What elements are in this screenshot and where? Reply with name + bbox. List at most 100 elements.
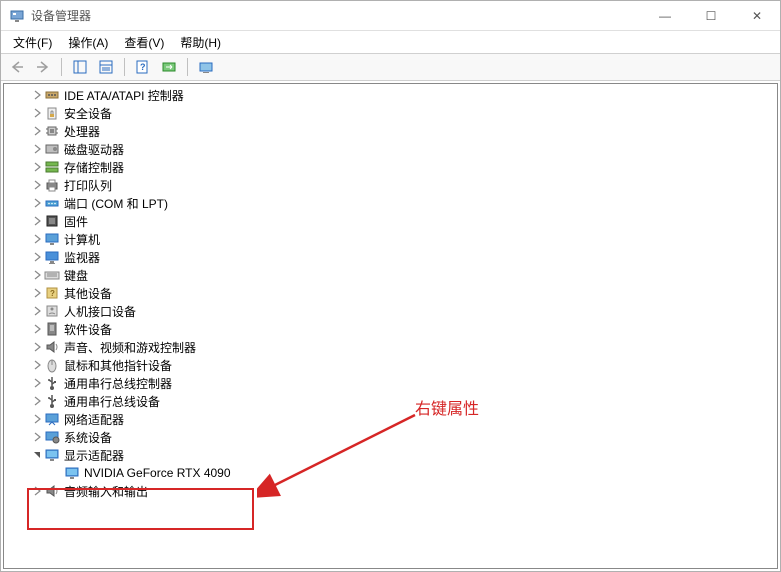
tree-item-label: 鼠标和其他指针设备 — [64, 357, 172, 374]
tree-item-label: 处理器 — [64, 123, 100, 140]
tree-item[interactable]: 监视器 — [4, 248, 777, 266]
tree-item[interactable]: 网络适配器 — [4, 410, 777, 428]
display-icon — [44, 447, 60, 463]
ide-icon — [44, 87, 60, 103]
device-tree[interactable]: IDE ATA/ATAPI 控制器安全设备处理器磁盘驱动器存储控制器打印队列端口… — [3, 83, 778, 569]
tree-item[interactable]: 音频输入和输出 — [4, 482, 777, 500]
storage-icon — [44, 159, 60, 175]
tree-item[interactable]: 安全设备 — [4, 104, 777, 122]
tree-item-label: NVIDIA GeForce RTX 4090 — [84, 466, 231, 480]
tree-item[interactable]: IDE ATA/ATAPI 控制器 — [4, 86, 777, 104]
hid-icon — [44, 303, 60, 319]
audio-icon — [44, 483, 60, 499]
svg-text:?: ? — [140, 62, 146, 72]
tree-item-label: 磁盘驱动器 — [64, 141, 124, 158]
properties-button[interactable] — [94, 55, 118, 79]
maximize-button[interactable]: ☐ — [688, 1, 734, 31]
tree-item-label: 固件 — [64, 213, 88, 230]
security-icon — [44, 105, 60, 121]
expand-arrow[interactable] — [30, 160, 44, 174]
close-button[interactable]: ✕ — [734, 1, 780, 31]
expand-arrow[interactable] — [30, 358, 44, 372]
expand-arrow[interactable] — [30, 124, 44, 138]
tree-item[interactable]: 计算机 — [4, 230, 777, 248]
tree-item[interactable]: 鼠标和其他指针设备 — [4, 356, 777, 374]
tree-item[interactable]: 键盘 — [4, 266, 777, 284]
tree-item[interactable]: NVIDIA GeForce RTX 4090 — [4, 464, 777, 482]
disk-icon — [44, 141, 60, 157]
expand-arrow[interactable] — [30, 304, 44, 318]
tree-item-label: 监视器 — [64, 249, 100, 266]
add-hardware-button[interactable] — [194, 55, 218, 79]
tree-item-label: 计算机 — [64, 231, 100, 248]
expand-arrow[interactable] — [30, 268, 44, 282]
tree-item[interactable]: 端口 (COM 和 LPT) — [4, 194, 777, 212]
expand-arrow[interactable] — [30, 412, 44, 426]
svg-text:?: ? — [50, 289, 55, 298]
menu-bar: 文件(F) 操作(A) 查看(V) 帮助(H) — [1, 31, 780, 53]
tree-item[interactable]: 声音、视频和游戏控制器 — [4, 338, 777, 356]
expand-arrow[interactable] — [30, 430, 44, 444]
forward-button[interactable] — [31, 55, 55, 79]
printer-icon — [44, 177, 60, 193]
back-button[interactable] — [5, 55, 29, 79]
mouse-icon — [44, 357, 60, 373]
tree-item[interactable]: 显示适配器 — [4, 446, 777, 464]
expand-arrow[interactable] — [30, 286, 44, 300]
expand-arrow[interactable] — [30, 484, 44, 498]
expand-arrow[interactable] — [30, 178, 44, 192]
tree-item-label: 音频输入和输出 — [64, 483, 148, 500]
expand-arrow[interactable] — [30, 376, 44, 390]
tree-item[interactable]: 处理器 — [4, 122, 777, 140]
audio-icon — [44, 339, 60, 355]
tree-item[interactable]: ?其他设备 — [4, 284, 777, 302]
tree-item[interactable]: 固件 — [4, 212, 777, 230]
tree-item-label: 端口 (COM 和 LPT) — [64, 195, 168, 212]
tree-item[interactable]: 磁盘驱动器 — [4, 140, 777, 158]
menu-help[interactable]: 帮助(H) — [172, 32, 229, 53]
menu-action[interactable]: 操作(A) — [60, 32, 116, 53]
expand-arrow[interactable] — [30, 250, 44, 264]
expand-arrow[interactable] — [30, 322, 44, 336]
tree-item[interactable]: 通用串行总线设备 — [4, 392, 777, 410]
tree-item-label: 打印队列 — [64, 177, 112, 194]
cpu-icon — [44, 123, 60, 139]
expand-arrow[interactable] — [30, 106, 44, 120]
collapse-arrow[interactable] — [30, 448, 44, 462]
menu-view[interactable]: 查看(V) — [116, 32, 172, 53]
system-icon — [44, 429, 60, 445]
tree-item[interactable]: 软件设备 — [4, 320, 777, 338]
tree-item-label: 系统设备 — [64, 429, 112, 446]
expand-arrow[interactable] — [30, 394, 44, 408]
help-button[interactable]: ? — [131, 55, 155, 79]
scan-button[interactable] — [157, 55, 181, 79]
title-bar: 设备管理器 — ☐ ✕ — [1, 1, 780, 31]
network-icon — [44, 411, 60, 427]
toolbar-separator — [61, 58, 62, 76]
tree-item-label: 人机接口设备 — [64, 303, 136, 320]
tree-item-label: 软件设备 — [64, 321, 112, 338]
minimize-button[interactable]: — — [642, 1, 688, 31]
tree-item[interactable]: 人机接口设备 — [4, 302, 777, 320]
computer-icon — [44, 231, 60, 247]
software-icon — [44, 321, 60, 337]
tree-item-label: 键盘 — [64, 267, 88, 284]
tree-item-label: 显示适配器 — [64, 447, 124, 464]
expand-arrow[interactable] — [30, 340, 44, 354]
tree-item[interactable]: 打印队列 — [4, 176, 777, 194]
monitor-icon — [44, 249, 60, 265]
toolbar-separator — [187, 58, 188, 76]
tree-item[interactable]: 存储控制器 — [4, 158, 777, 176]
tree-item[interactable]: 通用串行总线控制器 — [4, 374, 777, 392]
tree-item-label: 网络适配器 — [64, 411, 124, 428]
usb-icon — [44, 375, 60, 391]
expand-arrow[interactable] — [30, 88, 44, 102]
usb-icon — [44, 393, 60, 409]
expand-arrow[interactable] — [30, 214, 44, 228]
expand-arrow[interactable] — [30, 196, 44, 210]
expand-arrow[interactable] — [30, 142, 44, 156]
expand-arrow[interactable] — [30, 232, 44, 246]
menu-file[interactable]: 文件(F) — [5, 32, 60, 53]
show-hide-tree-button[interactable] — [68, 55, 92, 79]
tree-item[interactable]: 系统设备 — [4, 428, 777, 446]
